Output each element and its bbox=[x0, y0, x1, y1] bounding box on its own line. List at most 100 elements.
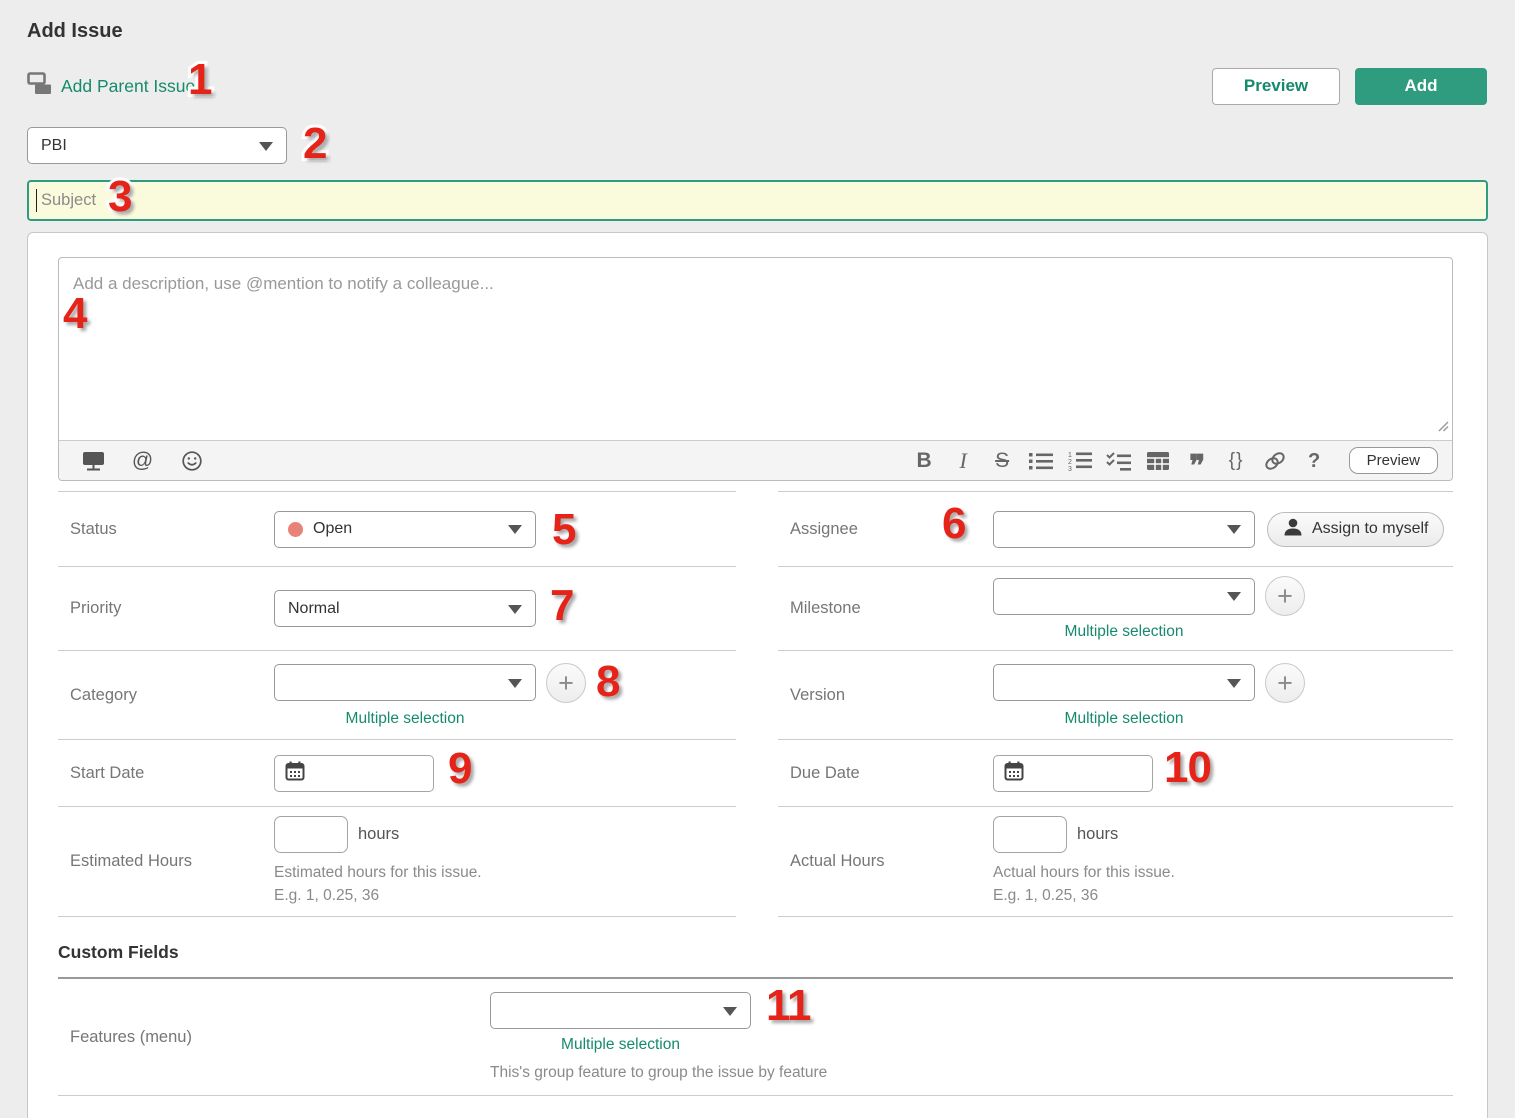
status-dot-icon bbox=[288, 522, 303, 537]
features-help: This's group feature to group the issue … bbox=[490, 1064, 827, 1082]
add-issue-page: Add Issue Add Parent Issue Preview Add P… bbox=[0, 0, 1515, 1118]
start-date-input[interactable] bbox=[274, 755, 434, 792]
annotation-11: 11 bbox=[766, 984, 811, 1028]
estimated-hours-help-line2: E.g. 1, 0.25, 36 bbox=[274, 885, 482, 907]
actual-hours-help-line1: Actual hours for this issue. bbox=[993, 862, 1175, 884]
svg-text:1: 1 bbox=[1068, 452, 1072, 459]
milestone-label: Milestone bbox=[778, 567, 993, 650]
svg-text:3: 3 bbox=[1068, 466, 1072, 471]
add-category-button[interactable]: + bbox=[546, 663, 586, 703]
actual-hours-input[interactable] bbox=[993, 816, 1067, 853]
fields-grid: Status Open Priority bbox=[58, 491, 1453, 917]
field-row-assignee: Assignee Assign to myself bbox=[778, 492, 1453, 567]
annotation-2: 2 bbox=[303, 122, 326, 166]
priority-select[interactable]: Normal bbox=[274, 590, 536, 627]
issue-type-select[interactable]: PBI bbox=[27, 127, 287, 164]
chevron-down-icon bbox=[723, 1007, 737, 1016]
version-multiple-selection-link[interactable]: Multiple selection bbox=[993, 710, 1255, 728]
status-select[interactable]: Open bbox=[274, 511, 536, 548]
chevron-down-icon bbox=[508, 679, 522, 688]
category-multiple-selection-link[interactable]: Multiple selection bbox=[274, 710, 536, 728]
description-textarea[interactable]: Add a description, use @mention to notif… bbox=[59, 258, 1452, 440]
mention-icon[interactable]: @ bbox=[126, 446, 159, 476]
chevron-down-icon bbox=[259, 142, 273, 151]
fields-column-right: Assignee Assign to myself bbox=[778, 491, 1453, 917]
annotation-6: 6 bbox=[942, 502, 965, 546]
start-date-label: Start Date bbox=[58, 740, 274, 806]
annotation-4: 4 bbox=[63, 292, 86, 336]
assign-to-myself-button[interactable]: Assign to myself bbox=[1267, 512, 1444, 547]
field-row-milestone: Milestone + Multiple selection bbox=[778, 567, 1453, 651]
italic-icon[interactable]: I bbox=[947, 446, 980, 476]
category-label: Category bbox=[58, 651, 274, 739]
field-row-start-date: Start Date bbox=[58, 740, 736, 807]
annotation-9: 9 bbox=[448, 747, 471, 791]
annotation-10: 10 bbox=[1164, 746, 1211, 790]
field-row-features: Features (menu) Multiple selection This'… bbox=[58, 979, 1453, 1096]
topbar-buttons: Preview Add bbox=[1212, 68, 1487, 105]
annotation-1: 1 bbox=[188, 58, 211, 102]
estimated-hours-label: Estimated Hours bbox=[58, 807, 274, 916]
issue-type-value: PBI bbox=[41, 137, 67, 155]
bold-icon[interactable]: B bbox=[908, 446, 941, 476]
resize-handle[interactable] bbox=[1437, 419, 1449, 437]
features-select[interactable] bbox=[490, 992, 751, 1029]
due-date-input[interactable] bbox=[993, 755, 1153, 792]
annotation-7: 7 bbox=[550, 584, 573, 628]
actual-hours-help-line2: E.g. 1, 0.25, 36 bbox=[993, 885, 1175, 907]
version-label: Version bbox=[778, 651, 993, 739]
parent-issue-icon bbox=[27, 72, 52, 100]
actual-hours-help: Actual hours for this issue. E.g. 1, 0.2… bbox=[993, 862, 1175, 907]
estimated-hours-help: Estimated hours for this issue. E.g. 1, … bbox=[274, 862, 482, 907]
description-placeholder: Add a description, use @mention to notif… bbox=[73, 274, 494, 293]
due-date-label: Due Date bbox=[778, 740, 993, 806]
estimated-hours-help-line1: Estimated hours for this issue. bbox=[274, 862, 482, 884]
custom-fields-heading: Custom Fields bbox=[58, 916, 1453, 979]
field-row-estimated-hours: Estimated Hours hours Estimated hours fo… bbox=[58, 807, 736, 917]
field-row-version: Version + Multiple selection bbox=[778, 651, 1453, 740]
editor-toolbar-right: B I S 123 ❞ {} bbox=[908, 446, 1442, 476]
svg-text:2: 2 bbox=[1068, 459, 1072, 466]
add-button[interactable]: Add bbox=[1355, 68, 1487, 105]
field-row-actual-hours: Actual Hours hours Actual hours for this… bbox=[778, 807, 1453, 917]
ordered-list-icon[interactable]: 123 bbox=[1064, 446, 1097, 476]
subject-input[interactable] bbox=[27, 180, 1488, 221]
milestone-select[interactable] bbox=[993, 578, 1255, 615]
editor-preview-button[interactable]: Preview bbox=[1349, 447, 1438, 474]
features-multiple-selection-link[interactable]: Multiple selection bbox=[490, 1036, 751, 1054]
screenshot-icon[interactable] bbox=[77, 446, 110, 476]
field-row-category: Category + Multiple selection bbox=[58, 651, 736, 740]
add-milestone-button[interactable]: + bbox=[1265, 576, 1305, 616]
link-icon[interactable] bbox=[1259, 446, 1292, 476]
milestone-multiple-selection-link[interactable]: Multiple selection bbox=[993, 623, 1255, 641]
estimated-hours-unit: hours bbox=[358, 825, 399, 844]
add-version-button[interactable]: + bbox=[1265, 663, 1305, 703]
priority-label: Priority bbox=[58, 567, 274, 650]
chevron-down-icon bbox=[1227, 592, 1241, 601]
estimated-hours-input[interactable] bbox=[274, 816, 348, 853]
add-parent-issue-label: Add Parent Issue bbox=[61, 76, 195, 97]
assignee-select[interactable] bbox=[993, 511, 1255, 548]
chevron-down-icon bbox=[508, 525, 522, 534]
quote-icon[interactable]: ❞ bbox=[1181, 446, 1214, 476]
annotation-3: 3 bbox=[108, 175, 131, 219]
add-parent-issue-link[interactable]: Add Parent Issue bbox=[27, 72, 195, 100]
chevron-down-icon bbox=[1227, 679, 1241, 688]
version-select[interactable] bbox=[993, 664, 1255, 701]
bullet-list-icon[interactable] bbox=[1025, 446, 1058, 476]
page-title: Add Issue bbox=[27, 20, 123, 43]
chevron-down-icon bbox=[508, 605, 522, 614]
strikethrough-icon[interactable]: S bbox=[986, 446, 1019, 476]
custom-fields-section: Custom Fields Features (menu) Multiple s… bbox=[58, 916, 1453, 1096]
emoji-icon[interactable] bbox=[175, 446, 208, 476]
annotation-5: 5 bbox=[552, 508, 575, 552]
calendar-icon bbox=[285, 761, 305, 786]
preview-button[interactable]: Preview bbox=[1212, 68, 1340, 105]
priority-value: Normal bbox=[288, 600, 340, 618]
task-list-icon[interactable] bbox=[1103, 446, 1136, 476]
help-icon[interactable]: ? bbox=[1298, 446, 1331, 476]
category-select[interactable] bbox=[274, 664, 536, 701]
topbar: Add Parent Issue Preview Add bbox=[27, 66, 1487, 106]
table-icon[interactable] bbox=[1142, 446, 1175, 476]
code-block-icon[interactable]: {} bbox=[1220, 446, 1253, 476]
